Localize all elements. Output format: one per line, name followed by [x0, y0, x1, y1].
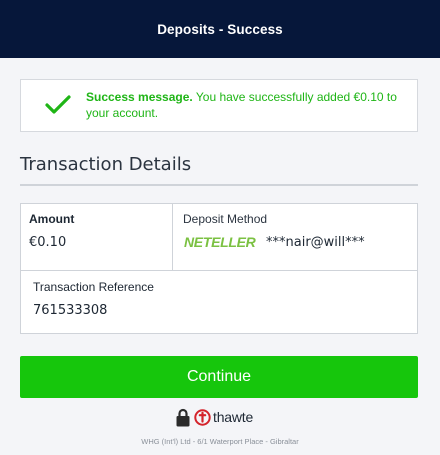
transaction-details-table: Amount €0.10 Deposit Method NETELLER ***…	[20, 203, 418, 334]
amount-value: €0.10	[29, 235, 67, 250]
success-message: Success message. You have successfully a…	[86, 89, 406, 121]
check-icon	[45, 95, 71, 114]
page-header: Deposits - Success	[0, 0, 440, 58]
deposit-method-label: Deposit Method	[183, 212, 268, 226]
footer-legal: WHG (Int'l) Ltd - 6/1 Waterport Place - …	[141, 437, 299, 446]
transaction-reference-label: Transaction Reference	[33, 280, 154, 294]
continue-button[interactable]: Continue	[20, 356, 418, 398]
section-divider	[20, 184, 418, 186]
lock-icon	[176, 408, 190, 426]
neteller-logo: NETELLER	[184, 234, 256, 250]
amount-label: Amount	[29, 212, 75, 226]
thawte-wordmark: thawte	[213, 409, 254, 425]
deposit-method-account: ***nair@will***	[266, 235, 365, 250]
row-divider	[21, 270, 417, 271]
transaction-reference-value: 761533308	[33, 303, 108, 318]
column-divider	[172, 204, 173, 270]
thawte-logo-icon	[194, 408, 211, 426]
page-title: Deposits - Success	[157, 21, 283, 37]
success-lead: Success message.	[86, 90, 193, 104]
section-title: Transaction Details	[20, 154, 192, 175]
thawte-badge: thawte	[176, 406, 253, 428]
success-alert: Success message. You have successfully a…	[20, 79, 418, 132]
